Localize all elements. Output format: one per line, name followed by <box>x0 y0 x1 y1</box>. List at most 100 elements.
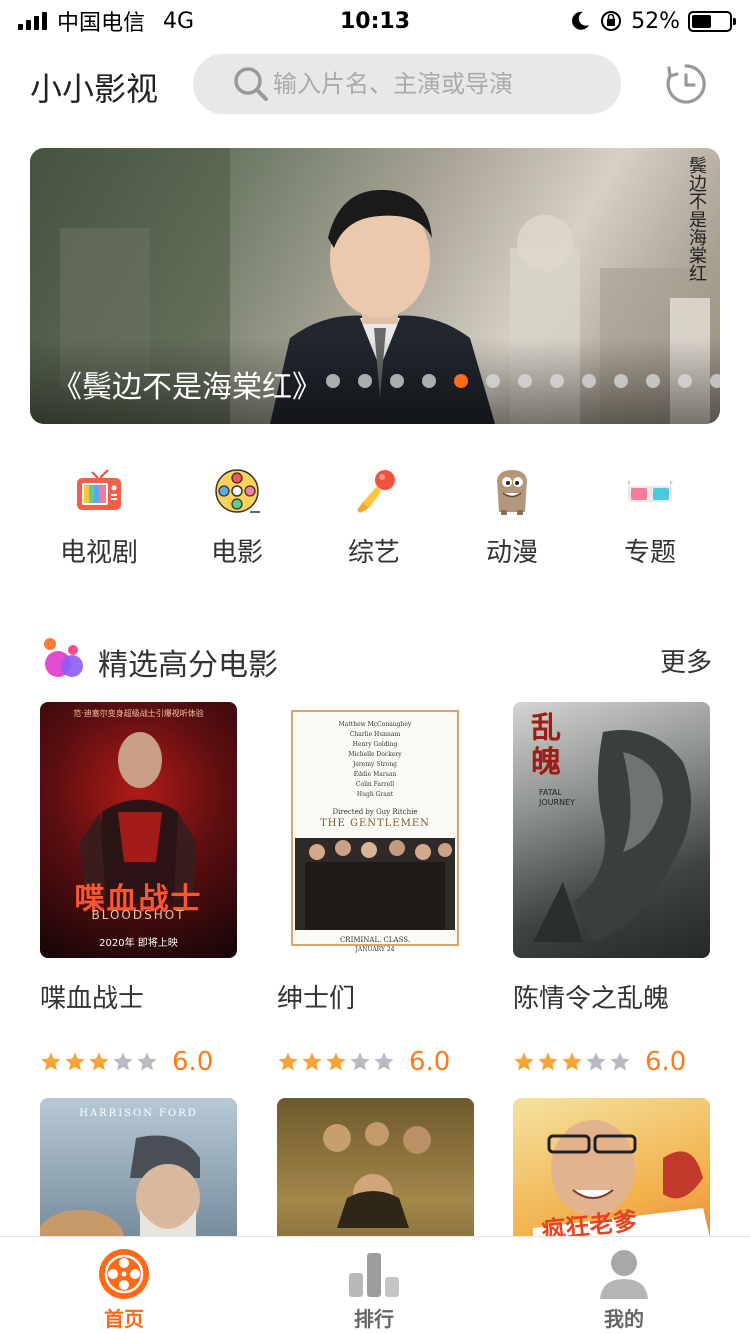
movie-rating: 6.0 <box>277 1047 477 1077</box>
ranking-icon <box>349 1253 399 1297</box>
star-icon <box>586 1052 606 1071</box>
bubbles-icon <box>44 638 83 677</box>
star-icon <box>514 1052 534 1071</box>
cartoon-icon <box>497 470 527 515</box>
film-reel-icon <box>99 1249 149 1299</box>
star-icon <box>538 1052 558 1071</box>
carousel-dot[interactable] <box>550 374 564 388</box>
star-icon <box>65 1052 85 1071</box>
film-reel-icon <box>215 469 260 513</box>
more-link[interactable]: 更多 <box>660 642 712 679</box>
carousel-dot[interactable] <box>678 374 692 388</box>
network-label: 4G <box>163 8 195 34</box>
category-topics[interactable]: 专题 <box>590 466 710 569</box>
carousel-dot[interactable] <box>358 374 372 388</box>
movie-title: 绅士们 <box>277 984 356 1014</box>
battery-fill <box>692 14 711 28</box>
poster-date: JANUARY 24 <box>355 946 395 953</box>
movie-poster[interactable]: 乱魄 FATAL JOURNEY <box>513 702 710 958</box>
rating-value: 6.0 <box>409 1047 451 1077</box>
poster-tagline: CRIMINAL. CLASS. <box>339 936 411 944</box>
carousel-dots[interactable] <box>326 374 720 388</box>
battery-percent: 52% <box>631 8 680 34</box>
carousel-dot[interactable] <box>582 374 596 388</box>
rating-stars <box>513 1051 631 1073</box>
category-nav: 电视剧 电影 综艺 动漫 专题 <box>0 466 750 569</box>
carousel-dot[interactable] <box>390 374 404 388</box>
carousel-dot[interactable] <box>614 374 628 388</box>
movie-card[interactable]: 乱魄 FATAL JOURNEY 陈情令之乱魄 6.0 <box>513 702 713 1077</box>
microphone-icon <box>357 470 395 513</box>
3d-glasses-icon <box>627 480 673 502</box>
section-title: 精选高分电影 <box>98 648 278 683</box>
star-icon <box>137 1052 157 1071</box>
history-icon[interactable] <box>664 62 708 106</box>
star-icon <box>610 1052 630 1071</box>
signal-icon <box>18 12 47 30</box>
status-right: 52% <box>569 0 736 42</box>
movie-card[interactable]: Matthew McConaughey Charlie Hunnam Henry G… <box>277 702 477 1077</box>
app-title: 小小影视 <box>30 70 159 108</box>
battery-icon <box>688 10 736 32</box>
category-label: 动漫 <box>485 538 538 568</box>
orientation-lock-icon <box>601 11 622 31</box>
star-icon <box>41 1052 61 1071</box>
category-label: 专题 <box>623 538 676 568</box>
rating-value: 6.0 <box>172 1047 214 1077</box>
banner-title: 《鬓边不是海棠红》 <box>52 370 322 405</box>
category-label: 电视剧 <box>59 538 138 568</box>
star-icon <box>89 1052 109 1071</box>
category-anime[interactable]: 动漫 <box>452 466 572 569</box>
tab-label: 排行 <box>354 1307 394 1331</box>
status-bar: 中国电信 4G 10:13 52% <box>0 0 750 42</box>
poster-sub-title: BLOODSHOT <box>91 908 186 922</box>
movie-card[interactable]: 范·迪塞尔变身超级战士引爆视听体验 喋血战士 BLOODSHOT 2020年 即… <box>40 702 240 1077</box>
poster-date: 2020年 即将上映 <box>99 938 178 949</box>
star-icon <box>302 1052 322 1071</box>
tab-profile[interactable]: 我的 <box>564 1247 684 1332</box>
star-icon <box>326 1052 346 1071</box>
search-input[interactable] <box>273 70 573 98</box>
tab-label: 我的 <box>604 1307 644 1331</box>
poster-main-title: 乱魄 <box>531 711 561 780</box>
movie-title: 喋血战士 <box>40 984 145 1014</box>
star-icon <box>562 1052 582 1071</box>
carrier-label: 中国电信 <box>57 11 146 36</box>
movie-rating: 6.0 <box>40 1047 240 1077</box>
carousel-dot[interactable] <box>710 374 720 388</box>
poster-cast-photo <box>295 838 455 930</box>
section-header: 精选高分电影 更多 <box>40 636 712 686</box>
category-variety[interactable]: 综艺 <box>314 466 434 569</box>
search-bar[interactable] <box>193 54 621 114</box>
star-icon <box>113 1052 133 1071</box>
category-label: 综艺 <box>347 538 400 568</box>
header: 小小影视 <box>0 54 750 114</box>
star-icon <box>350 1052 370 1071</box>
category-tv[interactable]: 电视剧 <box>39 466 159 569</box>
rating-value: 6.0 <box>645 1047 687 1077</box>
status-left: 中国电信 4G <box>18 5 318 37</box>
carousel-dot[interactable] <box>518 374 532 388</box>
movie-poster[interactable]: Matthew McConaughey Charlie Hunnam Henry G… <box>277 702 474 958</box>
search-icon <box>234 67 268 101</box>
rating-stars <box>277 1051 395 1073</box>
moon-icon <box>572 11 590 30</box>
carousel-dot[interactable] <box>326 374 340 388</box>
movie-title: 陈情令之乱魄 <box>513 984 670 1014</box>
carousel-dot[interactable] <box>422 374 436 388</box>
carousel-dot[interactable] <box>454 374 468 388</box>
category-label: 电影 <box>210 538 263 568</box>
user-icon <box>600 1250 648 1299</box>
tab-ranking[interactable]: 排行 <box>314 1247 434 1332</box>
banner-carousel[interactable]: 鬓边不是海棠红 《鬓边不是海棠红》 <box>30 148 720 424</box>
movie-poster[interactable]: 范·迪塞尔变身超级战士引爆视听体验 喋血战士 BLOODSHOT 2020年 即… <box>40 702 237 958</box>
tab-label: 首页 <box>104 1307 144 1331</box>
bottom-tab-bar: 首页 排行 我的 <box>0 1236 750 1334</box>
carousel-dot[interactable] <box>486 374 500 388</box>
poster-sub-title: FATAL JOURNEY <box>539 788 575 807</box>
tab-home[interactable]: 首页 <box>64 1247 184 1332</box>
category-movie[interactable]: 电影 <box>177 466 297 569</box>
banner-corner-text: 鬓边不是海棠红 <box>686 156 707 282</box>
carousel-dot[interactable] <box>646 374 660 388</box>
rating-stars <box>40 1051 158 1073</box>
